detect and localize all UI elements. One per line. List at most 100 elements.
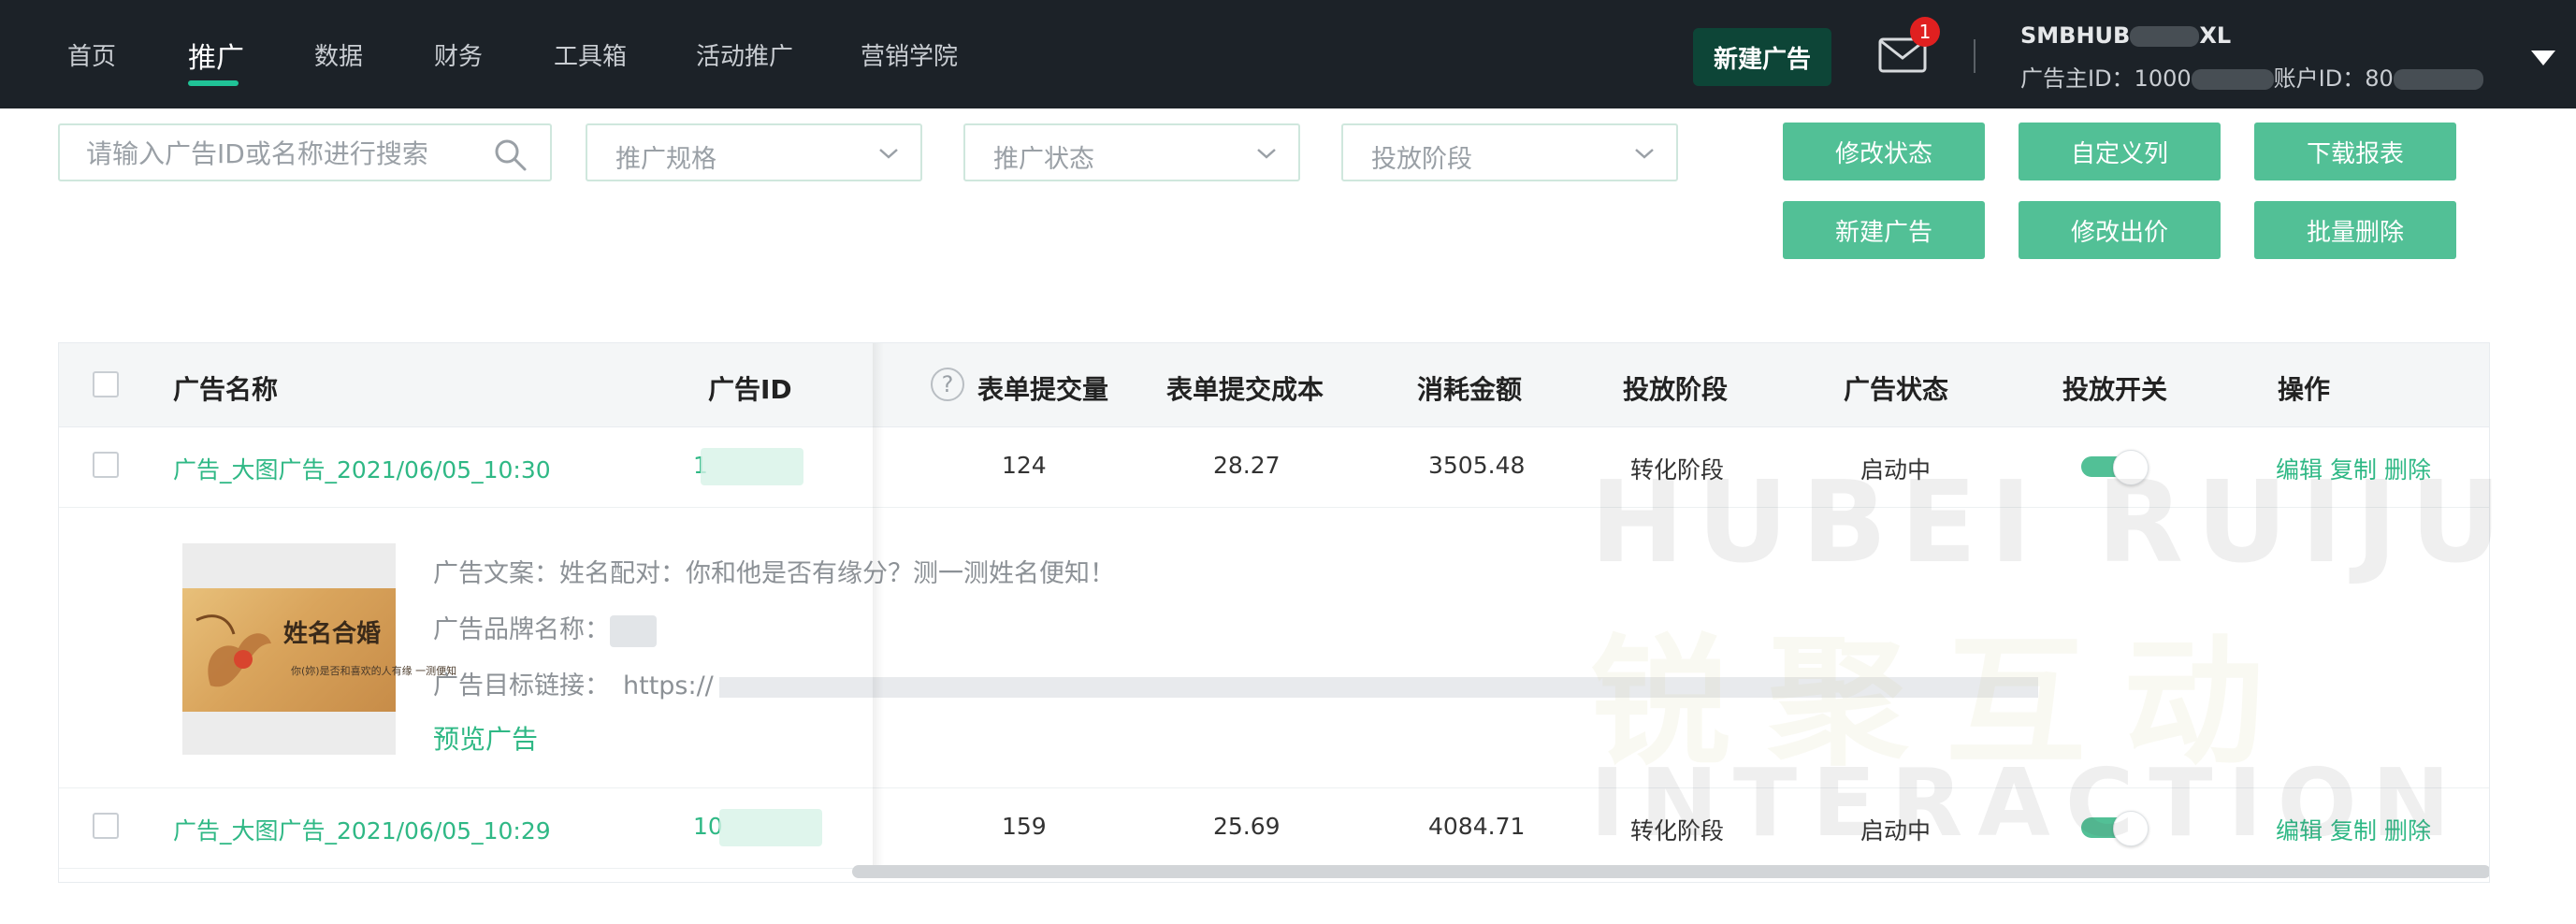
nav-item-toolbox[interactable]: 工具箱: [554, 37, 627, 72]
ad-copy: 广告文案：姓名配对：你和他是否有缘分？测一测姓名便知！: [433, 553, 1115, 589]
col-header-switch: 投放开关: [2062, 374, 2168, 405]
nav-item-marketing-academy[interactable]: 营销学院: [861, 37, 958, 72]
account-id: 账户ID：80: [2273, 65, 2394, 92]
col-header-form-submit: 表单提交量: [977, 374, 1109, 405]
batch-delete-button[interactable]: 批量删除: [2254, 201, 2456, 259]
ad-brand-label: 广告品牌名称：: [433, 615, 610, 644]
help-icon[interactable]: ?: [931, 368, 964, 401]
status-value: 启动中: [1860, 817, 1932, 845]
row-checkbox[interactable]: [93, 813, 119, 839]
ad-target-link-label: 广告目标链接：: [433, 671, 610, 700]
phase-value: 转化阶段: [1630, 817, 1725, 845]
ad-creative-subtitle: 你(妳)是否和喜欢的人有缘 一测便知: [291, 665, 457, 677]
horizontal-scrollbar[interactable]: [852, 865, 2489, 878]
toggle-knob: [2113, 450, 2149, 485]
col-header-form-cost: 表单提交成本: [1166, 374, 1324, 405]
mail-unread-badge: 1: [1910, 17, 1940, 47]
delete-link[interactable]: 删除: [2384, 456, 2431, 484]
nav-item-data[interactable]: 数据: [314, 37, 363, 72]
redacted-mask: [701, 448, 803, 485]
nav-item-home[interactable]: 首页: [67, 37, 116, 72]
spend-value: 3505.48: [1428, 452, 1526, 479]
copy-link[interactable]: 复制: [2330, 817, 2377, 845]
custom-columns-button[interactable]: 自定义列: [2019, 123, 2221, 180]
table-row: 广告_大图广告_2021/06/05_10:29 10 159 25.69 40…: [59, 788, 2489, 869]
col-header-name: 广告名称: [173, 374, 279, 405]
phase-value: 转化阶段: [1630, 456, 1725, 484]
search-input[interactable]: [86, 138, 498, 168]
advertiser-id: 广告主ID：1000: [2020, 65, 2192, 92]
edit-link[interactable]: 编辑: [2276, 817, 2323, 845]
top-navbar: 首页 推广 数据 财务 工具箱 活动推广 营销学院 新建广告 1 SMBHUB X…: [0, 0, 2576, 108]
modify-bid-button[interactable]: 修改出价: [2019, 201, 2221, 259]
delivery-toggle[interactable]: [2081, 450, 2149, 485]
delivery-toggle[interactable]: [2081, 811, 2149, 846]
row-actions: 编辑 复制 删除: [2276, 813, 2439, 846]
ad-copy-label: 广告文案：: [433, 559, 559, 588]
ads-table: 广告名称 广告ID ? 表单提交量 表单提交成本 消耗金额 投放阶段 广告状态 …: [58, 342, 2490, 883]
chevron-down-icon: [1257, 149, 1276, 159]
account-name-prefix: SMBHUB: [2020, 22, 2131, 49]
download-report-button[interactable]: 下载报表: [2254, 123, 2456, 180]
ad-target-link: 广告目标链接： https://: [433, 665, 2038, 701]
modify-status-button[interactable]: 修改状态: [1783, 123, 1985, 180]
edit-link[interactable]: 编辑: [2276, 456, 2323, 484]
search-box: [58, 123, 552, 181]
toggle-knob: [2113, 811, 2149, 846]
spec-select-placeholder: 推广规格: [615, 145, 716, 174]
ad-detail-panel: 姓名合婚 你(妳)是否和喜欢的人有缘 一测便知 广告文案：姓名配对：你和他是否有…: [59, 508, 2489, 788]
col-header-phase: 投放阶段: [1623, 374, 1729, 405]
row-checkbox[interactable]: [93, 452, 119, 478]
account-name-suffix: XL: [2199, 22, 2232, 49]
ad-name-link[interactable]: 广告_大图广告_2021/06/05_10:29: [173, 813, 551, 846]
nav-item-finance[interactable]: 财务: [434, 37, 483, 72]
form-submit-value: 159: [1002, 813, 1047, 840]
form-submit-value: 124: [1002, 452, 1047, 479]
spend-value: 4084.71: [1428, 813, 1526, 840]
form-cost-value: 25.69: [1213, 813, 1281, 840]
preview-ad-link[interactable]: 预览广告: [433, 719, 538, 757]
chevron-down-icon: [879, 149, 898, 159]
redacted-mask: [2191, 69, 2274, 90]
ad-creative-image: 姓名合婚 你(妳)是否和喜欢的人有缘 一测便知: [182, 588, 456, 712]
header-divider: [1974, 39, 1975, 73]
phase-select-placeholder: 投放阶段: [1371, 145, 1472, 174]
search-icon[interactable]: [492, 137, 529, 174]
status-select[interactable]: 推广状态: [963, 123, 1300, 181]
col-header-ops: 操作: [2278, 374, 2331, 405]
col-header-id: 广告ID: [708, 374, 792, 405]
copy-link[interactable]: 复制: [2330, 456, 2377, 484]
redacted-mask: [718, 676, 2038, 698]
ad-brand: 广告品牌名称：: [433, 609, 657, 647]
chevron-down-icon: [1635, 149, 1654, 159]
ad-copy-value: 姓名配对：你和他是否有缘分？测一测姓名便知！: [559, 559, 1115, 588]
redacted-mask: [2393, 69, 2483, 90]
status-value: 启动中: [1860, 456, 1932, 484]
ad-target-link-value[interactable]: https://: [623, 671, 714, 700]
ad-thumbnail[interactable]: 姓名合婚 你(妳)是否和喜欢的人有缘 一测便知: [182, 543, 456, 755]
table-header: 广告名称 广告ID ? 表单提交量 表单提交成本 消耗金额 投放阶段 广告状态 …: [59, 343, 2489, 427]
phase-select[interactable]: 投放阶段: [1341, 123, 1678, 181]
new-ad-button[interactable]: 新建广告: [1783, 201, 1985, 259]
redacted-mask: [719, 809, 822, 846]
delete-link[interactable]: 删除: [2384, 817, 2431, 845]
redacted-mask: [2130, 26, 2200, 47]
new-ad-header-button[interactable]: 新建广告: [1693, 28, 1831, 86]
col-header-spend: 消耗金额: [1417, 374, 1523, 405]
phoenix-icon: [195, 614, 271, 687]
nav-item-activity-promotion[interactable]: 活动推广: [696, 37, 793, 72]
table-row: 广告_大图广告_2021/06/05_10:30 1 124 28.27 350…: [59, 427, 2489, 508]
col-header-status: 广告状态: [1844, 374, 1949, 405]
ad-name-link[interactable]: 广告_大图广告_2021/06/05_10:30: [173, 452, 551, 485]
select-all-checkbox[interactable]: [93, 371, 119, 397]
ad-creative-title: 姓名合婚: [283, 620, 382, 648]
spec-select[interactable]: 推广规格: [586, 123, 922, 181]
row-actions: 编辑 复制 删除: [2276, 452, 2439, 485]
account-ids: 广告主ID：1000 账户ID：80: [2020, 60, 2483, 93]
redacted-mask: [610, 614, 657, 647]
account-dropdown-caret-icon[interactable]: [2531, 51, 2555, 65]
status-select-placeholder: 推广状态: [993, 145, 1094, 174]
nav-item-promotion[interactable]: 推广: [188, 35, 244, 76]
nav-active-indicator: [188, 80, 239, 86]
form-cost-value: 28.27: [1213, 452, 1281, 479]
